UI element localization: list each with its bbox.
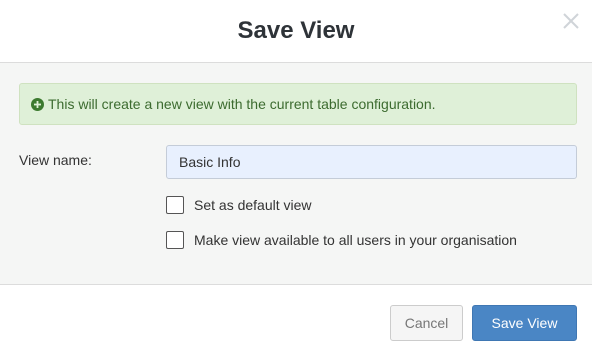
share-view-checkbox[interactable] xyxy=(166,231,184,249)
default-view-checkbox[interactable] xyxy=(166,196,184,214)
dialog-title: Save View xyxy=(237,17,355,44)
view-name-input[interactable] xyxy=(166,145,577,179)
plus-circle-icon xyxy=(31,97,44,111)
dialog-header: Save View xyxy=(0,0,592,63)
close-icon[interactable] xyxy=(560,10,582,32)
dialog-body: This will create a new view with the cur… xyxy=(0,63,592,285)
share-view-option[interactable]: Make view available to all users in your… xyxy=(166,231,517,249)
view-name-label: View name: xyxy=(19,152,92,168)
info-alert: This will create a new view with the cur… xyxy=(19,83,577,125)
dialog-footer: Cancel Save View xyxy=(0,285,592,356)
share-view-label: Make view available to all users in your… xyxy=(194,232,517,248)
cancel-button[interactable]: Cancel xyxy=(390,305,463,341)
save-view-dialog: Save View This will create a new view wi… xyxy=(0,0,592,356)
save-view-button[interactable]: Save View xyxy=(472,305,577,341)
default-view-option[interactable]: Set as default view xyxy=(166,196,312,214)
default-view-label: Set as default view xyxy=(194,197,312,213)
alert-message: This will create a new view with the cur… xyxy=(48,96,436,112)
